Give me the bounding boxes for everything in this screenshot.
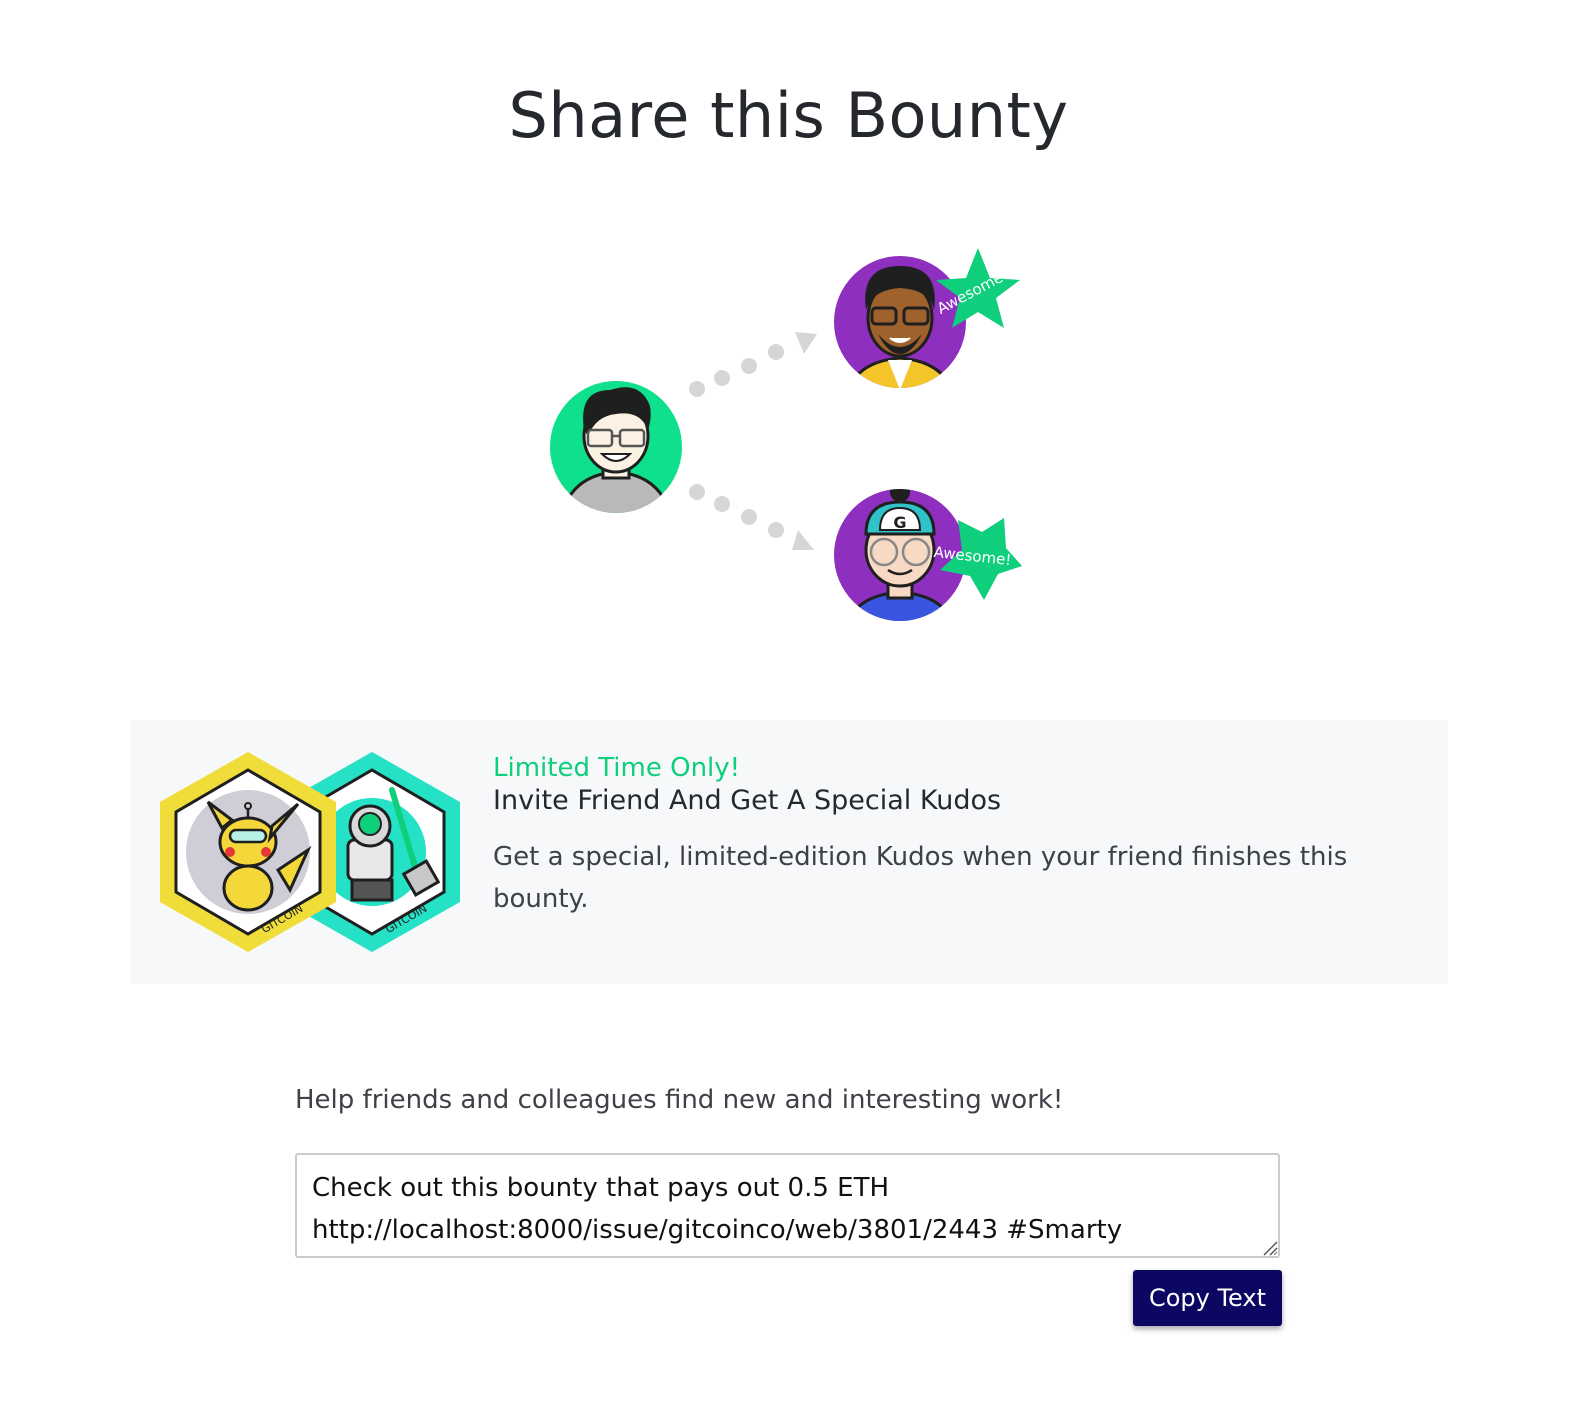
promo-heading: Invite Friend And Get A Special Kudos — [493, 785, 1002, 816]
dotted-arrow-up — [689, 332, 817, 397]
share-help-text: Help friends and colleagues find new and… — [295, 1085, 1064, 1115]
promo-description: Get a special, limited-edition Kudos whe… — [493, 842, 1348, 914]
page-title: Share this Bounty — [508, 79, 1069, 152]
textarea-resize-icon[interactable] — [1262, 1240, 1278, 1256]
friend-avatar-bottom: G Awesome! — [834, 489, 1022, 621]
kudos-promo-panel: GITCOIN GITCOIN Limited Time Only! Invit… — [130, 720, 1448, 984]
copy-text-button[interactable]: Copy Text — [1133, 1270, 1282, 1326]
cap-logo: G — [893, 513, 906, 532]
friend-avatar-top: Awesome! — [834, 248, 1020, 388]
kudos-badges: GITCOIN GITCOIN — [160, 752, 460, 952]
referrer-avatar — [550, 381, 682, 513]
share-message-line-2: http://localhost:8000/issue/gitcoinco/we… — [312, 1215, 1123, 1245]
dotted-arrow-down — [689, 484, 814, 550]
referral-illustration: Awesome! G Awesome! — [550, 248, 1022, 621]
share-message-textarea[interactable]: Check out this bounty that pays out 0.5 … — [295, 1153, 1280, 1258]
promo-eyebrow: Limited Time Only! — [493, 753, 741, 783]
pikachu-kudos-badge: GITCOIN — [160, 752, 336, 952]
share-message-line-1: Check out this bounty that pays out 0.5 … — [312, 1173, 890, 1203]
promo-text: Limited Time Only! Invite Friend And Get… — [493, 752, 1373, 920]
